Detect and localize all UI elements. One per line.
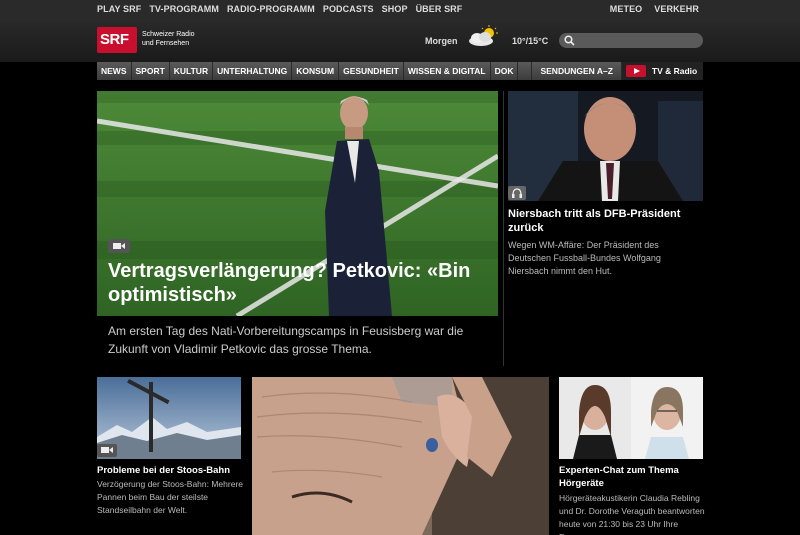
srf-logo[interactable]: SRF (97, 27, 137, 53)
logo-subtitle: Schweizer Radio und Fernsehen (142, 30, 195, 48)
link-podcasts[interactable]: PODCASTS (323, 4, 374, 14)
hoergeraet-photo (252, 377, 549, 535)
nav-konsum[interactable]: KONSUM (292, 62, 340, 80)
nav-sport[interactable]: SPORT (132, 62, 170, 80)
niersbach-title[interactable]: Niersbach tritt als DFB-Präsident zurück (508, 207, 698, 235)
search-box[interactable] (559, 33, 703, 48)
video-icon (97, 444, 117, 457)
weather-temperature[interactable]: 10°/15°C (512, 36, 548, 46)
logo-subtitle-line2: und Fernsehen (142, 40, 190, 47)
nav-sendungen-a-z[interactable]: SENDUNGEN A–Z (531, 62, 622, 80)
search-input[interactable] (577, 34, 697, 47)
hero-teaser[interactable]: Am ersten Tag des Nati-Vorbereitungscamp… (108, 322, 478, 358)
nav-wissen-digital[interactable]: WISSEN & DIGITAL (404, 62, 491, 80)
link-play-srf[interactable]: PLAY SRF (97, 4, 141, 14)
column-divider (503, 91, 504, 366)
experten-teaser[interactable]: Hörgeräteakustikerin Claudia Rebling und… (559, 492, 709, 535)
top-links: PLAY SRF TV-PROGRAMM RADIO-PROGRAMM PODC… (97, 4, 462, 14)
link-verkehr[interactable]: VERKEHR (654, 4, 699, 14)
stoos-image[interactable] (97, 377, 241, 459)
nav-tv-radio-label: TV & Radio (651, 66, 698, 76)
experten-photo (559, 377, 703, 459)
site-header: SRF Schweizer Radio und Fernsehen Morgen… (0, 20, 800, 62)
link-ueber-srf[interactable]: ÜBER SRF (416, 4, 463, 14)
top-utility-bar: PLAY SRF TV-PROGRAMM RADIO-PROGRAMM PODC… (0, 0, 800, 20)
link-radio-programm[interactable]: RADIO-PROGRAMM (227, 4, 315, 14)
nav-tv-radio[interactable]: TV & Radio (621, 62, 704, 80)
stoos-title[interactable]: Probleme bei der Stoos-Bahn (97, 464, 247, 477)
nav-gesundheit[interactable]: GESUNDHEIT (339, 62, 404, 80)
hero-title[interactable]: Vertragsverlängerung? Petkovic: «Bin opt… (108, 259, 488, 307)
logo-text: SRF (100, 31, 129, 48)
niersbach-teaser[interactable]: Wegen WM-Affäre: Der Präsident des Deuts… (508, 239, 698, 278)
niersbach-photo (508, 91, 703, 201)
video-icon (108, 239, 130, 253)
experten-image[interactable] (559, 377, 703, 459)
link-shop[interactable]: SHOP (382, 4, 408, 14)
nav-kultur[interactable]: KULTUR (170, 62, 214, 80)
experten-title[interactable]: Experten-Chat zum Thema Hörgeräte (559, 464, 709, 490)
nav-dok[interactable]: DOK (491, 62, 519, 80)
logo-subtitle-line1: Schweizer Radio (142, 31, 195, 38)
weather-day[interactable]: Morgen (425, 36, 458, 46)
cloud-sun-icon[interactable] (465, 25, 501, 49)
search-icon[interactable] (564, 35, 575, 46)
nav-unterhaltung[interactable]: UNTERHALTUNG (213, 62, 293, 80)
main-navigation: NEWS SPORT KULTUR UNTERHALTUNG KONSUM GE… (97, 62, 704, 80)
nav-news[interactable]: NEWS (97, 62, 132, 80)
stoos-teaser[interactable]: Verzögerung der Stoos-Bahn: Mehrere Pann… (97, 478, 247, 517)
niersbach-image[interactable] (508, 91, 703, 201)
hoergeraet-image[interactable] (252, 377, 549, 535)
play-icon (625, 65, 646, 77)
link-tv-programm[interactable]: TV-PROGRAMM (149, 4, 219, 14)
stoos-photo (97, 377, 241, 459)
link-meteo[interactable]: METEO (610, 4, 643, 14)
audio-icon (508, 186, 526, 200)
top-right-links: METEO VERKEHR (610, 4, 699, 14)
